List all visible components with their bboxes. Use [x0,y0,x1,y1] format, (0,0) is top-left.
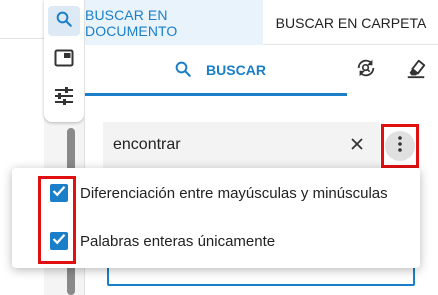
checkboxes-highlight [38,176,76,264]
tab-search-folder[interactable]: BUSCAR EN CARPETA [263,0,438,45]
search-tab-indicator [85,93,347,96]
match-case-label: Diferenciación entre mayúsculas y minúsc… [80,184,388,202]
search-screen: BUSCAR EN DOCUMENTO BUSCAR EN CARPETA BU… [0,0,438,295]
search-toolbar: BUSCAR [85,45,438,97]
rail-panel-button[interactable] [48,45,80,75]
search-icon [174,60,192,81]
tab-search-document[interactable]: BUSCAR EN DOCUMENTO [85,0,263,45]
search-replace-button[interactable] [353,57,379,83]
close-icon [351,137,363,155]
options-button-highlight [381,124,419,168]
search-button[interactable]: BUSCAR [93,45,347,95]
search-button-label: BUSCAR [206,62,266,78]
clear-search-button[interactable] [347,136,367,156]
search-input[interactable]: encontrar [103,122,380,170]
search-input-value[interactable]: encontrar [113,136,181,154]
sliders-icon [54,86,74,110]
search-tabs: BUSCAR EN DOCUMENTO BUSCAR EN CARPETA [85,0,438,45]
whole-words-label: Palabras enteras únicamente [80,232,276,250]
panel-icon [54,49,74,72]
rail-search-button[interactable] [48,6,80,36]
search-replace-icon [355,57,377,84]
rail-settings-button[interactable] [48,83,80,113]
eraser-icon [405,57,427,84]
search-icon [55,10,73,33]
clear-formatting-button[interactable] [403,57,429,83]
side-rail [44,0,84,122]
